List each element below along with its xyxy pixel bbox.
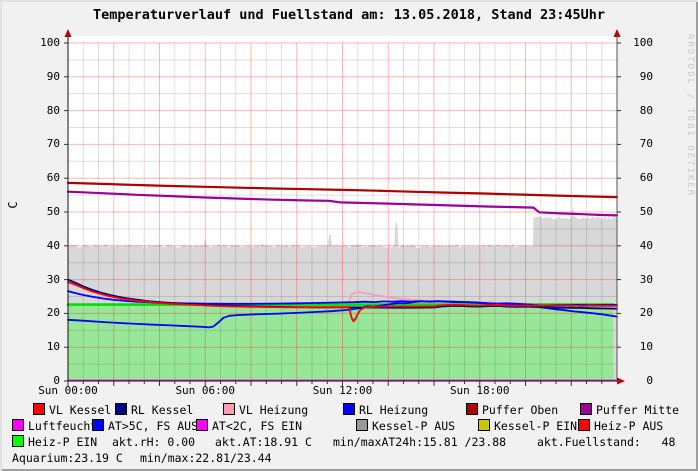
legend-readout: akt.rH: 0.00 xyxy=(112,435,195,449)
legend-item: RL Kessel xyxy=(115,403,193,417)
legend-item: AT<2C, FS EIN xyxy=(196,419,302,433)
legend-swatch xyxy=(478,419,490,431)
legend-label: akt.AT:18.91 C xyxy=(215,435,312,449)
legend-swatch xyxy=(12,435,24,447)
legend-item: AT>5C, FS AUS xyxy=(92,419,198,433)
legend-readout: akt.Fuellstand: 48 xyxy=(537,435,675,449)
legend-label: Kessel-P EIN xyxy=(494,419,577,433)
chart-canvas xyxy=(0,0,698,471)
legend-label: min/maxAT24h:15.81 /23.88 xyxy=(333,435,506,449)
legend-row: VL Kessel RL Kessel VL Heizung RL Heizung Pu… xyxy=(0,403,698,419)
y-axis-label-right: 90 xyxy=(621,71,653,83)
y-axis-label-right: 10 xyxy=(621,341,653,353)
legend-swatch xyxy=(115,403,127,415)
legend-label: akt.rH: 0.00 xyxy=(112,435,195,449)
legend-swatch xyxy=(92,419,104,431)
chart-legend: VL Kessel RL Kessel VL Heizung RL Heizung Pu… xyxy=(0,403,698,469)
legend-label: AT>5C, FS AUS xyxy=(108,419,198,433)
legend-swatch xyxy=(578,419,590,431)
legend-swatch xyxy=(343,403,355,415)
legend-readout: akt.AT:18.91 C xyxy=(215,435,312,449)
legend-label: Puffer Mitte xyxy=(596,403,679,417)
legend-label: RL Kessel xyxy=(131,403,193,417)
x-axis-label: Sun 00:00 xyxy=(23,385,113,397)
legend-item: RL Heizung xyxy=(343,403,428,417)
legend-item: Luftfeuchte xyxy=(12,419,104,433)
legend-readout: min/maxAT24h:15.81 /23.88 xyxy=(333,435,506,449)
legend-item: Puffer Oben xyxy=(466,403,558,417)
legend-swatch xyxy=(223,403,235,415)
legend-swatch xyxy=(580,403,592,415)
y-axis-label-right: 80 xyxy=(621,105,653,117)
legend-swatch xyxy=(196,419,208,431)
legend-label: RL Heizung xyxy=(359,403,428,417)
y-axis-label-left: 70 xyxy=(28,138,60,150)
legend-item: Puffer Mitte xyxy=(580,403,679,417)
y-axis-label-left: 20 xyxy=(28,307,60,319)
rrdtool-graph-window: Temperaturverlauf und Fuellstand am: 13.… xyxy=(0,0,698,471)
legend-label: Aquarium:23.19 C xyxy=(12,451,123,465)
y-axis-label-right: 50 xyxy=(621,206,653,218)
legend-label: VL Kessel xyxy=(49,403,111,417)
heiz-p-ein-area xyxy=(68,305,614,381)
y-axis-label-left: 50 xyxy=(28,206,60,218)
legend-label: akt.Fuellstand: 48 xyxy=(537,435,675,449)
x-axis-label: Sun 18:00 xyxy=(435,385,525,397)
legend-label: min/max:22.81/23.44 xyxy=(140,451,272,465)
legend-swatch xyxy=(466,403,478,415)
x-axis-label: Sun 12:00 xyxy=(298,385,388,397)
y-axis-label-left: 80 xyxy=(28,105,60,117)
legend-swatch xyxy=(33,403,45,415)
legend-item: Heiz-P AUS xyxy=(578,419,663,433)
legend-label: Heiz-P AUS xyxy=(594,419,663,433)
legend-item: Heiz-P EIN xyxy=(12,435,97,449)
y-axis-label-right: 0 xyxy=(621,375,653,387)
legend-row: Luftfeuchte AT>5C, FS AUS AT<2C, FS EIN Kes… xyxy=(0,419,698,435)
y-axis-label-left: 60 xyxy=(28,172,60,184)
y-axis-label-right: 70 xyxy=(621,138,653,150)
y-axis-arrow xyxy=(65,29,72,37)
y-axis-label-right: 20 xyxy=(621,307,653,319)
legend-label: Heiz-P EIN xyxy=(28,435,97,449)
legend-item: VL Kessel xyxy=(33,403,111,417)
y-axis-label-right: 60 xyxy=(621,172,653,184)
legend-swatch xyxy=(356,419,368,431)
y-axis-label-right: 40 xyxy=(621,240,653,252)
legend-label: Kessel-P AUS xyxy=(372,419,455,433)
right-axis-arrow xyxy=(614,29,621,37)
legend-readout: min/max:22.81/23.44 xyxy=(140,451,272,465)
legend-label: VL Heizung xyxy=(239,403,308,417)
y-axis-label-right: 100 xyxy=(621,37,653,49)
legend-readout: Aquarium:23.19 C xyxy=(12,451,123,465)
legend-row: Heiz-P EIN akt.rH: 0.00 akt.AT:18.91 C min/… xyxy=(0,435,698,451)
legend-item: Kessel-P AUS xyxy=(356,419,455,433)
legend-row: Aquarium:23.19 C min/max:22.81/23.44 xyxy=(0,451,698,467)
legend-item: VL Heizung xyxy=(223,403,308,417)
y-axis-label-left: 10 xyxy=(28,341,60,353)
y-axis-label-left: 40 xyxy=(28,240,60,252)
y-axis-label-left: 90 xyxy=(28,71,60,83)
legend-swatch xyxy=(12,419,24,431)
x-axis-label: Sun 06:00 xyxy=(160,385,250,397)
y-axis-label-right: 30 xyxy=(621,274,653,286)
y-axis-label-left: 30 xyxy=(28,274,60,286)
legend-item: Kessel-P EIN xyxy=(478,419,577,433)
legend-label: Puffer Oben xyxy=(482,403,558,417)
legend-label: AT<2C, FS EIN xyxy=(212,419,302,433)
y-axis-label-left: 100 xyxy=(28,37,60,49)
